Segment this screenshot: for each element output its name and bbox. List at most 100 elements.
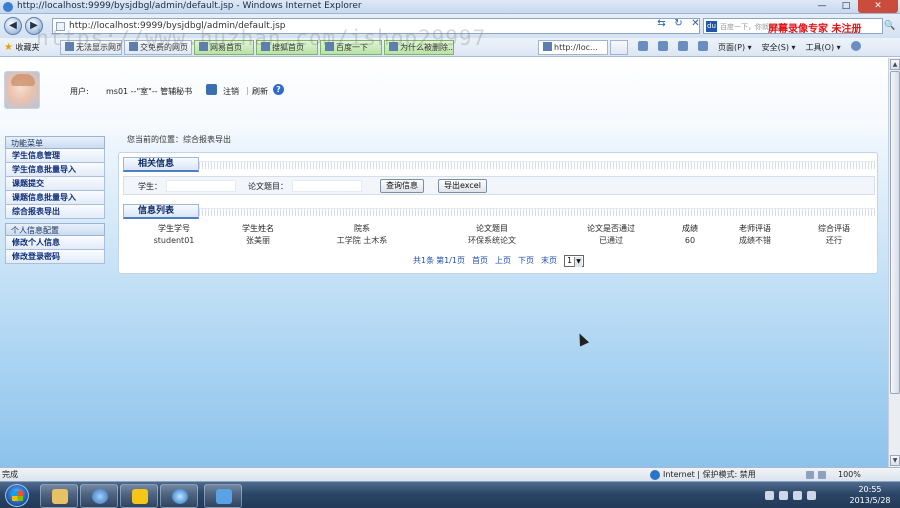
security-zone: Internet | 保护模式: 禁用 xyxy=(663,470,756,479)
search-button[interactable]: 查询信息 xyxy=(380,179,424,193)
page-menu[interactable]: 页面(P) ▾ xyxy=(718,41,752,54)
student-input[interactable] xyxy=(166,180,236,192)
maximize-button[interactable]: □ xyxy=(834,0,858,13)
status-icons xyxy=(806,471,834,479)
help-button[interactable] xyxy=(850,41,861,54)
flag-icon[interactable] xyxy=(779,490,788,500)
zoom-level[interactable]: 100% xyxy=(838,468,861,481)
tray-icon[interactable] xyxy=(765,490,774,500)
taskbar: 20:55 2013/5/28 xyxy=(0,481,900,508)
sidebar-item-topic-submit[interactable]: 课题提交 xyxy=(5,177,105,191)
start-button[interactable] xyxy=(5,484,29,507)
page-select[interactable]: 1 ▼ xyxy=(563,254,585,267)
list-section-title: 信息列表 xyxy=(123,204,199,219)
tab-label: 搜狐首页 xyxy=(272,43,304,52)
thesis-input[interactable] xyxy=(292,180,362,192)
safety-menu-label: 安全(S) xyxy=(761,43,789,52)
close-button[interactable]: ✕ xyxy=(858,0,898,13)
pager-last[interactable]: 末页 xyxy=(541,255,557,266)
taskbar-notes[interactable] xyxy=(120,484,158,508)
page-menu-label: 页面(P) xyxy=(718,43,746,52)
tab-item[interactable]: 百度一下 xyxy=(320,40,382,55)
privacy-icon[interactable] xyxy=(806,471,814,479)
student-label: 学生： xyxy=(138,182,162,191)
tab-label: 无法显示网页 xyxy=(76,43,122,52)
compatibility-view-icon[interactable]: ⇆ xyxy=(655,17,668,30)
forward-arrow-icon[interactable]: ▶ xyxy=(25,17,43,35)
taskbar-ie[interactable] xyxy=(160,484,198,508)
tab-item[interactable]: 为什么被删除... xyxy=(384,40,454,55)
globe-icon xyxy=(650,470,660,480)
logout-link[interactable]: 注销 xyxy=(223,86,239,97)
list-section-header: 信息列表 xyxy=(123,204,875,220)
sidebar-item-change-password[interactable]: 修改登录密码 xyxy=(5,250,105,264)
logout-icon[interactable] xyxy=(206,84,217,95)
cell-overall-comment: 还行 xyxy=(826,236,842,245)
search-form: 学生： 论文题目： 查询信息 导出excel xyxy=(123,176,875,195)
minimize-button[interactable]: — xyxy=(810,0,834,13)
column-header: 成绩 xyxy=(682,223,698,233)
page-icon xyxy=(65,42,74,51)
scroll-thumb[interactable] xyxy=(890,71,900,394)
vertical-scrollbar[interactable]: ▲ ▼ xyxy=(888,58,900,467)
export-excel-button[interactable]: 导出excel xyxy=(438,179,487,193)
popup-icon[interactable] xyxy=(818,471,826,479)
address-tools: ⇆ ↻ ✕ xyxy=(655,17,702,30)
address-bar[interactable]: http://localhost:9999/bysjdbgl/admin/def… xyxy=(52,18,700,34)
print-button[interactable] xyxy=(698,41,708,54)
tab-active[interactable]: http://loc... xyxy=(538,40,608,55)
taskbar-media[interactable] xyxy=(80,484,118,508)
column-header: 学生姓名 xyxy=(242,223,274,233)
pager-prev[interactable]: 上页 xyxy=(495,255,511,266)
sidebar-item-topic-import[interactable]: 课题信息批量导入 xyxy=(5,191,105,205)
clock[interactable]: 20:55 2013/5/28 xyxy=(843,484,897,506)
system-tray xyxy=(765,485,825,505)
menu-group-title: 功能菜单 xyxy=(5,136,105,149)
help-icon xyxy=(850,41,861,51)
mail-button[interactable] xyxy=(678,41,688,54)
tab-item[interactable]: 网易首页 xyxy=(194,40,254,55)
sidebar-item-student-import[interactable]: 学生信息批量导入 xyxy=(5,163,105,177)
help-icon[interactable]: ? xyxy=(273,84,284,95)
network-icon[interactable] xyxy=(793,490,802,500)
scroll-down-icon[interactable]: ▼ xyxy=(890,455,900,466)
safety-menu[interactable]: 安全(S) ▾ xyxy=(762,41,796,54)
scroll-up-icon[interactable]: ▲ xyxy=(890,59,900,70)
pager-page-info: 第1/1页 xyxy=(436,256,465,265)
refresh-link[interactable]: 刷新 xyxy=(252,86,268,97)
search-go-icon[interactable]: 🔍 xyxy=(884,20,896,32)
back-arrow-icon[interactable]: ◀ xyxy=(4,17,22,35)
tab-item[interactable]: 交免费的网页 xyxy=(124,40,192,55)
tools-menu[interactable]: 工具(O) ▾ xyxy=(806,41,841,54)
info-table: 学生学号 学生姓名 院系 论文题目 论文是否通过 成绩 老师评语 综合评语 st… xyxy=(129,222,873,247)
pager-first[interactable]: 首页 xyxy=(472,255,488,266)
stop-icon[interactable]: ✕ xyxy=(689,17,702,30)
volume-icon[interactable] xyxy=(807,490,816,500)
pagination: 共1条 第1/1页 首页 上页 下页 末页 1 ▼ xyxy=(413,254,585,267)
status-text: 完成 xyxy=(2,470,18,479)
taskbar-app[interactable] xyxy=(204,484,242,508)
search-box[interactable]: du 百度一下，你就知道 屏幕录像专家 未注册 xyxy=(703,18,883,35)
favorites-button[interactable]: ★ 收藏夹 xyxy=(4,41,52,54)
tab-label: 为什么被删除... xyxy=(400,43,454,52)
address-url[interactable]: http://localhost:9999/bysjdbgl/admin/def… xyxy=(69,21,286,31)
user-name: ms01 --"室"-- 管辅秘书 xyxy=(106,87,193,96)
tab-item[interactable]: 无法显示网页 xyxy=(60,40,122,55)
feeds-button[interactable] xyxy=(658,41,668,54)
pager-next[interactable]: 下页 xyxy=(518,255,534,266)
pager-total: 共1条 xyxy=(413,256,435,265)
tab-item[interactable]: 搜狐首页 xyxy=(256,40,318,55)
column-header: 论文是否通过 xyxy=(587,223,635,233)
sidebar-item-report-export[interactable]: 综合报表导出 xyxy=(5,205,105,219)
refresh-icon[interactable]: ↻ xyxy=(672,17,685,30)
cell-department: 工学院 土木系 xyxy=(336,236,388,245)
home-button[interactable] xyxy=(638,41,648,54)
sidebar-item-edit-profile[interactable]: 修改个人信息 xyxy=(5,236,105,250)
section-rule xyxy=(199,208,875,216)
cell-student-id: student01 xyxy=(153,236,195,245)
print-icon xyxy=(698,41,708,51)
cell-student-name: 张美丽 xyxy=(246,236,270,245)
taskbar-explorer[interactable] xyxy=(40,484,78,508)
sidebar-item-student-management[interactable]: 学生信息管理 xyxy=(5,149,105,163)
new-tab-button[interactable] xyxy=(610,40,628,55)
